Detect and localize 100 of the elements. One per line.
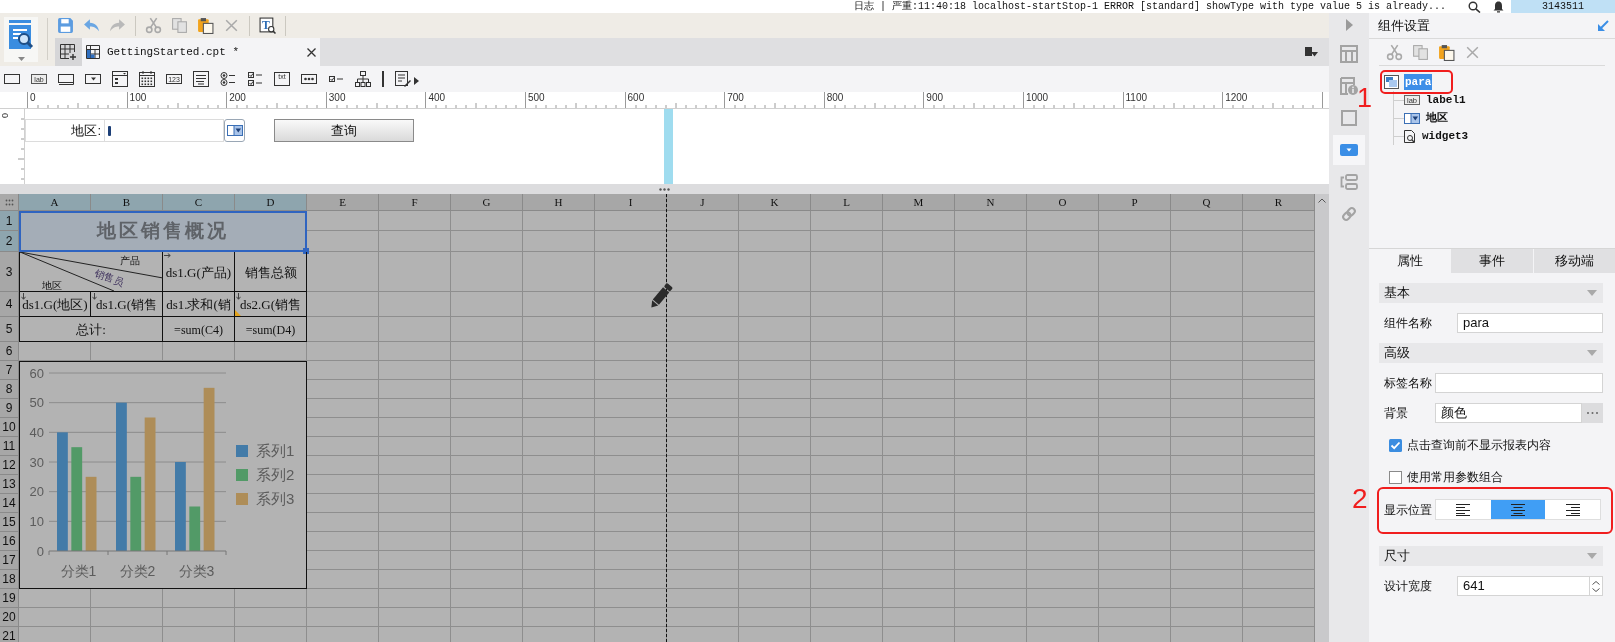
tree-item[interactable]: label1 [1425, 92, 1467, 108]
column-header[interactable]: N [955, 194, 1027, 211]
column-header[interactable]: I [595, 194, 667, 211]
tab[interactable]: 事件 [1450, 249, 1533, 273]
row-header[interactable]: 17 [0, 551, 19, 570]
text-input[interactable] [1435, 373, 1603, 393]
row-header[interactable]: 3 [0, 252, 19, 292]
row-header[interactable]: 16 [0, 532, 19, 551]
row-header[interactable]: 13 [0, 475, 19, 494]
document-tab[interactable]: GettingStarted.cpt * [82, 38, 320, 66]
bell-icon[interactable] [1493, 0, 1504, 13]
row-header[interactable]: 8 [0, 380, 19, 399]
window-icon[interactable] [112, 71, 128, 87]
list-dropdown-icon[interactable] [1305, 46, 1318, 58]
chevron-up-icon [1592, 580, 1600, 585]
password-dots-icon[interactable] [301, 71, 317, 87]
column-header[interactable]: L [811, 194, 883, 211]
row-header[interactable]: 12 [0, 456, 19, 475]
column-header[interactable]: H [523, 194, 595, 211]
column-header[interactable]: J [667, 194, 739, 211]
section-header[interactable]: 高级 [1379, 343, 1603, 363]
column-header[interactable]: O [1027, 194, 1099, 211]
row-header[interactable]: 18 [0, 570, 19, 589]
header-label: 销售员 [93, 267, 126, 289]
total-label: 总计: [76, 322, 106, 337]
row-header[interactable]: 5 [0, 317, 19, 342]
number-input[interactable]: 641 [1457, 576, 1590, 596]
text-area-icon[interactable] [193, 71, 209, 87]
column-header[interactable]: D [235, 194, 307, 211]
bar [189, 506, 201, 551]
row-header[interactable]: 11 [0, 437, 19, 456]
calendar-icon[interactable] [139, 71, 155, 87]
align-option[interactable] [1490, 500, 1546, 519]
column-header[interactable]: K [739, 194, 811, 211]
text-box-icon[interactable] [4, 71, 20, 87]
caret-down-icon [1587, 290, 1597, 296]
stacked-bars-icon [1340, 174, 1358, 190]
search-icon[interactable] [1468, 0, 1481, 13]
row-header[interactable]: 14 [0, 494, 19, 513]
row-header[interactable]: 7 [0, 361, 19, 380]
row-header[interactable]: 21 [0, 627, 19, 642]
query-button[interactable]: 查询 [274, 119, 414, 142]
column-header[interactable]: A [19, 194, 91, 211]
checkbox[interactable] [1389, 470, 1402, 484]
column-header[interactable]: P [1099, 194, 1171, 211]
list-pencil-icon[interactable] [394, 71, 411, 87]
column-header[interactable]: R [1243, 194, 1315, 211]
field-label: 显示位置 [1383, 501, 1433, 519]
y-tick-label: 50 [29, 395, 44, 411]
picker-field[interactable]: 颜色 [1435, 403, 1582, 423]
column-header[interactable]: C [163, 194, 235, 211]
sidebar-tab[interactable] [1333, 135, 1365, 165]
button-icon[interactable] [58, 71, 74, 87]
row-header[interactable]: 2 [0, 231, 19, 252]
checkboxes-icon[interactable] [247, 71, 263, 87]
row-header[interactable]: 15 [0, 513, 19, 532]
row-header[interactable]: 10 [0, 418, 19, 437]
column-header[interactable]: M [883, 194, 955, 211]
y-tick-label: 20 [29, 484, 44, 500]
clipboard-icon[interactable] [1438, 43, 1455, 61]
caret-down-icon [1587, 553, 1597, 559]
row-header[interactable]: 1 [0, 211, 19, 231]
column-header[interactable]: E [307, 194, 379, 211]
section-header[interactable]: 基本 [1379, 283, 1603, 303]
tree-icon[interactable] [355, 71, 371, 87]
column-header[interactable]: G [451, 194, 523, 211]
text-magnifier-icon[interactable]: T [259, 17, 276, 34]
tab[interactable]: 移动端 [1532, 249, 1615, 273]
column-header[interactable]: Q [1171, 194, 1243, 211]
text-input[interactable]: para [1457, 313, 1603, 333]
clipboard-icon[interactable] [197, 17, 214, 34]
tree-item[interactable]: widget3 [1421, 128, 1470, 144]
checkbox[interactable] [1389, 438, 1402, 452]
row-header[interactable]: 9 [0, 399, 19, 418]
column-header[interactable]: F [379, 194, 451, 211]
diagonal-arrow-icon[interactable] [1597, 19, 1609, 32]
column-header[interactable]: B [91, 194, 163, 211]
tree-item[interactable]: 地区 [1425, 110, 1449, 126]
row-header[interactable]: 4 [0, 292, 19, 317]
row-header[interactable]: 19 [0, 589, 19, 608]
dropdown-button[interactable] [224, 119, 245, 142]
dropdown-icon[interactable] [85, 71, 101, 87]
section-header[interactable]: 尺寸 [1379, 546, 1603, 566]
y-tick-label: 60 [29, 365, 44, 381]
region-input[interactable] [105, 119, 224, 142]
radio-buttons-icon[interactable] [220, 71, 236, 87]
undo-arrow-icon[interactable] [83, 17, 100, 34]
row-header[interactable]: 6 [0, 342, 19, 361]
header-label: 产品 [120, 255, 140, 266]
stepper[interactable] [1590, 576, 1603, 596]
row-header[interactable]: 20 [0, 608, 19, 627]
more-button[interactable] [1582, 403, 1603, 423]
selection-handle-icon[interactable] [303, 248, 309, 254]
segmented-control[interactable] [1435, 499, 1601, 520]
close-icon[interactable] [307, 47, 316, 57]
resize-handle[interactable] [664, 109, 673, 184]
logo-button[interactable] [4, 17, 38, 62]
vertical-scrollbar[interactable] [1315, 194, 1329, 642]
new-sheet-button[interactable] [55, 38, 82, 66]
caret-right-icon[interactable] [413, 77, 419, 85]
